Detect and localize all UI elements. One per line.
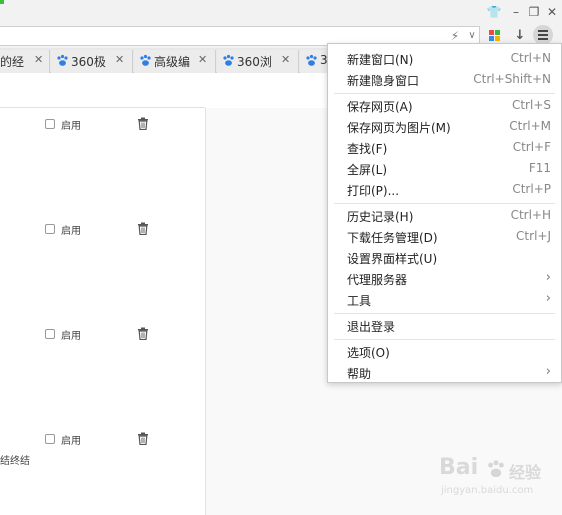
menu-item-label: 保存网页为图片(M) <box>347 121 451 135</box>
menu-item-fullscreen[interactable]: 全屏(L) F11 <box>328 158 561 179</box>
status-dot <box>0 0 4 4</box>
tab-3[interactable]: 360浏 ✕ <box>217 50 299 73</box>
menu-item-help[interactable]: 帮助 › <box>328 362 561 383</box>
menu-item-history[interactable]: 历史记录(H) Ctrl+H <box>328 205 561 226</box>
watermark-suffix: 经验 <box>509 463 542 482</box>
close-button[interactable]: ✕ <box>543 3 561 21</box>
submenu-arrow-icon: › <box>545 364 551 379</box>
menu-item-tools[interactable]: 工具 › <box>328 289 561 310</box>
menu-item-label: 新建隐身窗口 <box>347 74 420 88</box>
submenu-arrow-icon: › <box>545 291 551 306</box>
tab-1[interactable]: 360极 ✕ <box>51 50 133 73</box>
tab-4[interactable]: 36 <box>300 50 330 73</box>
tab-title: 360极 <box>71 55 106 69</box>
baidu-paw-icon <box>140 54 151 66</box>
trash-icon[interactable] <box>137 432 149 445</box>
enable-checkbox[interactable] <box>45 329 55 339</box>
menu-item-print[interactable]: 打印(P)... Ctrl+P <box>328 179 561 200</box>
trash-icon[interactable] <box>137 117 149 130</box>
menu-item-ui-style[interactable]: 设置界面样式(U) <box>328 247 561 268</box>
menu-item-shortcut: Ctrl+H <box>510 208 551 222</box>
menu-item-label: 查找(F) <box>347 142 388 156</box>
menu-item-downloads[interactable]: 下载任务管理(D) Ctrl+J <box>328 226 561 247</box>
watermark-url: jingyan.baidu.com <box>441 485 534 496</box>
menu-item-shortcut: F11 <box>528 161 551 175</box>
baidu-paw-icon <box>306 54 317 66</box>
menu-item-new-window[interactable]: 新建窗口(N) Ctrl+N <box>328 48 561 69</box>
menu-item-label: 打印(P)... <box>347 184 400 198</box>
baidu-paw-icon <box>57 54 68 66</box>
menu-item-label: 设置界面样式(U) <box>347 252 438 266</box>
menu-separator <box>334 93 555 94</box>
menu-item-label: 工具 <box>347 294 372 308</box>
menu-item-label: 选项(O) <box>347 346 390 360</box>
menu-item-shortcut: Ctrl+N <box>510 51 551 65</box>
baidu-paw-icon <box>488 460 504 478</box>
menu-item-label: 保存网页(A) <box>347 100 413 114</box>
tab-title: 高级编 <box>154 55 191 69</box>
tab-title: 的经 <box>0 55 25 69</box>
skin-icon[interactable]: 👕 <box>485 3 503 21</box>
enable-label: 启用 <box>61 121 81 132</box>
menu-item-save-page[interactable]: 保存网页(A) Ctrl+S <box>328 95 561 116</box>
menu-item-label: 代理服务器 <box>347 273 408 287</box>
main-menu: 新建窗口(N) Ctrl+N 新建隐身窗口 Ctrl+Shift+N 保存网页(… <box>327 43 562 383</box>
tab-close-icon[interactable]: ✕ <box>115 53 124 66</box>
menu-item-shortcut: Ctrl+Shift+N <box>473 72 551 86</box>
watermark-brand: Bai <box>439 455 479 480</box>
menu-item-shortcut: Ctrl+M <box>509 119 551 133</box>
enable-checkbox[interactable] <box>45 224 55 234</box>
menu-item-find[interactable]: 查找(F) Ctrl+F <box>328 137 561 158</box>
apps-icon[interactable] <box>489 30 501 42</box>
trash-icon[interactable] <box>137 327 149 340</box>
menu-item-shortcut: Ctrl+J <box>516 229 551 243</box>
menu-separator <box>334 203 555 204</box>
menu-item-shortcut: Ctrl+S <box>511 98 551 112</box>
menu-item-new-incognito[interactable]: 新建隐身窗口 Ctrl+Shift+N <box>328 69 561 90</box>
baidu-watermark: Bai 经验 jingyan.baidu.com <box>435 455 555 505</box>
main-menu-button[interactable] <box>533 25 553 45</box>
tab-close-icon[interactable]: ✕ <box>281 53 290 66</box>
menu-item-label: 退出登录 <box>347 320 396 334</box>
menu-item-proxy[interactable]: 代理服务器 › <box>328 268 561 289</box>
menu-item-label: 新建窗口(N) <box>347 53 414 67</box>
enable-label: 启用 <box>61 436 81 447</box>
menu-item-label: 全屏(L) <box>347 163 388 177</box>
menu-item-shortcut: Ctrl+F <box>512 140 551 154</box>
submenu-arrow-icon: › <box>545 270 551 285</box>
row-description: 结终结 <box>0 456 30 467</box>
tab-title: 360浏 <box>237 55 272 69</box>
tab-close-icon[interactable]: ✕ <box>34 53 43 66</box>
menu-item-save-as-image[interactable]: 保存网页为图片(M) Ctrl+M <box>328 116 561 137</box>
menu-separator <box>334 313 555 314</box>
enable-label: 启用 <box>61 226 81 237</box>
menu-separator <box>334 339 555 340</box>
enable-checkbox[interactable] <box>45 119 55 129</box>
menu-item-logout[interactable]: 退出登录 <box>328 315 561 336</box>
baidu-paw-icon <box>223 54 234 66</box>
menu-item-label: 帮助 <box>347 367 372 381</box>
trash-icon[interactable] <box>137 222 149 235</box>
menu-item-label: 下载任务管理(D) <box>347 231 438 245</box>
title-bar: 👕 – ❐ ✕ <box>0 0 562 24</box>
menu-item-options[interactable]: 选项(O) <box>328 341 561 362</box>
enable-label: 启用 <box>61 331 81 342</box>
menu-item-shortcut: Ctrl+P <box>512 182 551 196</box>
minimize-button[interactable]: – <box>507 3 525 21</box>
tab-close-icon[interactable]: ✕ <box>198 53 207 66</box>
menu-item-label: 历史记录(H) <box>347 210 414 224</box>
restore-button[interactable]: ❐ <box>525 3 543 21</box>
tab-2[interactable]: 高级编 ✕ <box>134 50 216 73</box>
tab-0[interactable]: 的经 ✕ <box>0 50 50 73</box>
enable-checkbox[interactable] <box>45 434 55 444</box>
panel-header-divider <box>0 107 205 108</box>
